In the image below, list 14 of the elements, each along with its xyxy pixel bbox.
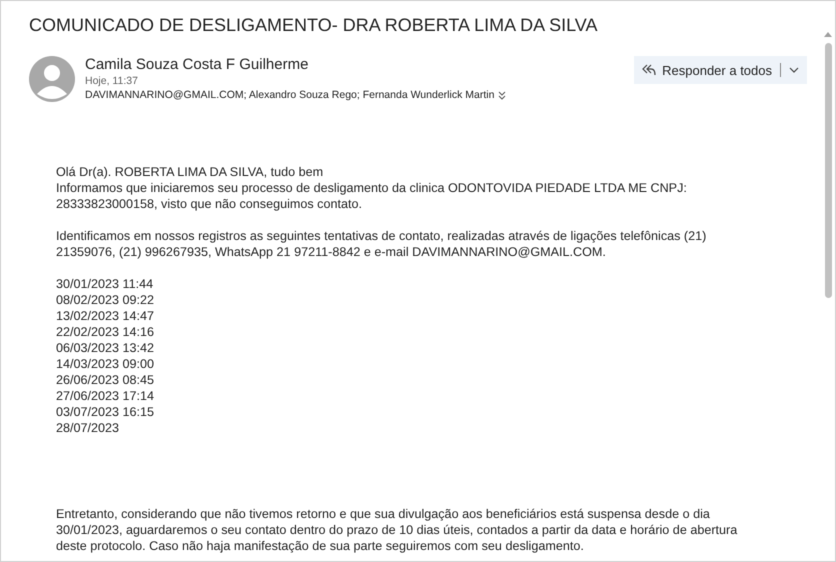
sender-name: Camila Souza Costa F Guilherme (85, 56, 310, 73)
caret-icon[interactable] (789, 67, 799, 73)
expand-icon[interactable] (498, 90, 506, 100)
recipients-list: DAVIMANNARINO@GMAIL.COM; Alexandro Souza Rego; Fernanda Wunderlick Martin (85, 89, 494, 101)
avatar-icon (29, 56, 75, 102)
sent-time: Hoje, 11:37 (85, 75, 139, 87)
reply-all-button[interactable]: Responder a todos (634, 56, 807, 84)
message-paragraph: Entretanto, considerando que não tivemos retorno e que sua divulgação aos beneficiários está suspensa desde o dia 30/01/2023, aguardaremos o seu contato dentro do prazo de 10 dias úteis, contados a partir da data e horário de abertura deste protocolo. Caso não haja manifestação de sua parte seguiremos com seu desligamento. (56, 506, 738, 554)
message-paragraph: 30/01/2023 11:44 08/02/2023 09:22 13/02/2023 14:47 22/02/2023 14:16 06/03/2023 13:42 14/03/2023 09:00 26/06/2023 08:45 27/06/2023 17:14 03/07/2023 16:15 28/07/2023 (56, 276, 156, 436)
message-paragraph: Identificamos em nossos registros as seguintes tentativas de contato, realizadas através de ligações telefônicas (21) 21359076, (21) 996267935, WhatsApp 21 97211-8842 e e-mail DAVIMANNARINO@GMAIL.COM. (56, 228, 708, 260)
reply-all-icon (642, 63, 656, 77)
email-subject: COMUNICADO DE DESLIGAMENTO- DRA ROBERTA LIMA DA SILVA (29, 15, 598, 36)
message-paragraph: Olá Dr(a). ROBERTA LIMA DA SILVA, tudo bem Informamos que iniciaremos seu processo de desligamento da clinica ODONTOVIDA PIEDADE LTDA ME CNPJ: 28333823000158, visto que não conseguimos contato. (56, 164, 688, 212)
scroll-up-icon[interactable] (824, 31, 832, 37)
